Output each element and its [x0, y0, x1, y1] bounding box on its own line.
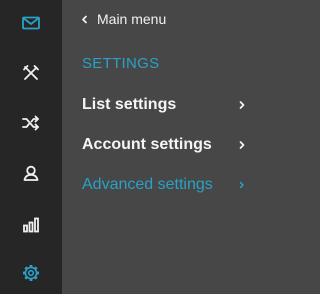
rail-mail-button[interactable] — [0, 3, 62, 43]
menu-item-label: Advanced settings — [82, 176, 213, 193]
section-title: SETTINGS — [82, 55, 160, 72]
chevron-right-icon — [239, 141, 245, 149]
menu-item-list-settings[interactable]: List settings — [82, 93, 246, 117]
settings-panel: Main menu SETTINGS List settings Account… — [62, 0, 262, 294]
rail-tools-button[interactable] — [0, 53, 62, 93]
rail-chart-button[interactable] — [0, 205, 62, 245]
gear-icon — [23, 265, 39, 281]
menu-item-label: Account settings — [82, 136, 212, 153]
menu-item-advanced-settings[interactable]: Advanced settings — [82, 173, 246, 197]
chevron-left-icon — [82, 15, 87, 23]
rail-user-button[interactable] — [0, 153, 62, 193]
rail-settings-button[interactable] — [0, 253, 62, 293]
icon-rail — [0, 0, 62, 294]
bar-chart-icon — [23, 217, 39, 233]
chevron-right-icon — [239, 101, 245, 109]
rail-shuffle-button[interactable] — [0, 103, 62, 143]
shuffle-icon — [22, 115, 39, 131]
app-window: Main menu SETTINGS List settings Account… — [0, 0, 262, 294]
menu-item-label: List settings — [82, 96, 177, 113]
back-to-main-menu[interactable]: Main menu — [80, 10, 166, 28]
envelope-icon — [22, 16, 40, 30]
user-icon — [23, 165, 39, 181]
menu-item-account-settings[interactable]: Account settings — [82, 133, 246, 157]
tools-icon — [23, 65, 39, 80]
back-label: Main menu — [97, 11, 167, 27]
chevron-right-icon — [239, 181, 244, 189]
